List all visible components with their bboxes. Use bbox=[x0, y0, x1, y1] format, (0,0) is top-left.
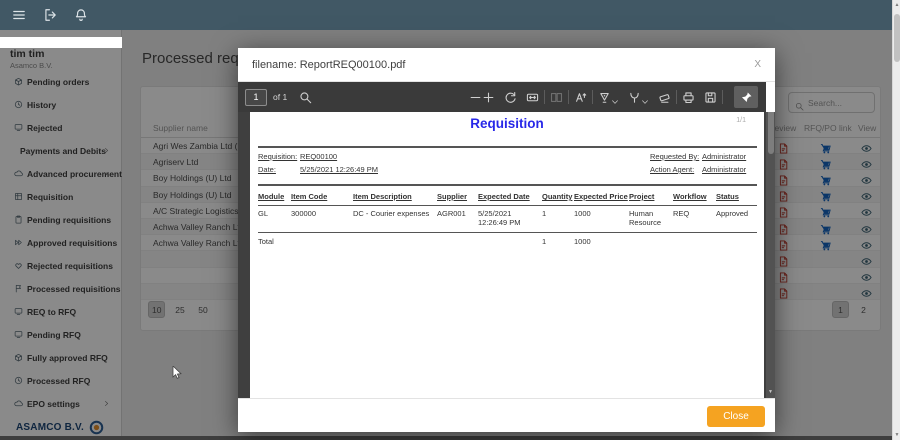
pdf-col-header: Item Code bbox=[291, 192, 353, 206]
pdf-toolbar: of 1 bbox=[238, 82, 766, 112]
rotate-icon[interactable] bbox=[504, 91, 517, 104]
pdf-total-price: 1000 bbox=[574, 233, 629, 246]
pdf-cell: 300000 bbox=[291, 206, 353, 233]
date-value: 5/25/2021 12:26:49 PM bbox=[300, 165, 378, 174]
pdf-cell: Approved bbox=[716, 206, 757, 233]
date-label: Date: bbox=[258, 165, 276, 174]
draw-icon[interactable] bbox=[628, 91, 641, 104]
scrollbar-thumb[interactable] bbox=[894, 14, 900, 62]
page-number-input[interactable] bbox=[245, 89, 267, 106]
pdf-col-header: Expected Price bbox=[574, 192, 629, 206]
print-icon[interactable] bbox=[682, 91, 695, 104]
find-icon[interactable] bbox=[299, 91, 312, 104]
action-agent-label: Action Agent: bbox=[650, 165, 694, 174]
pdf-scroll-down-icon[interactable]: ▼ bbox=[766, 389, 775, 395]
requested-by-label: Requested By: bbox=[650, 152, 699, 161]
eraser-icon[interactable] bbox=[658, 91, 671, 104]
pdf-cell: 1000 bbox=[574, 206, 629, 233]
toolbar-separator bbox=[722, 90, 723, 104]
modal-header: filename: ReportREQ00100.pdf X bbox=[238, 48, 775, 82]
scroll-down-icon[interactable]: ▼ bbox=[893, 432, 900, 438]
pdf-cell: GL bbox=[258, 206, 291, 233]
browser-scrollbar[interactable]: ▲ ▼ bbox=[892, 0, 900, 440]
modal-footer: Close bbox=[238, 398, 775, 432]
pdf-col-header: Supplier bbox=[437, 192, 478, 206]
toolbar-separator bbox=[568, 90, 569, 104]
requisition-label: Requisition: bbox=[258, 152, 297, 161]
bottom-edge-strip bbox=[0, 436, 892, 440]
pdf-col-header: Quantity bbox=[542, 192, 574, 206]
menu-icon[interactable] bbox=[12, 8, 26, 22]
pdf-col-header: Expected Date bbox=[478, 192, 542, 206]
action-agent-value: Administrator bbox=[702, 165, 746, 174]
close-button[interactable]: Close bbox=[707, 406, 765, 427]
pdf-total-quantity: 1 bbox=[542, 233, 574, 246]
toolbar-separator bbox=[676, 90, 677, 104]
zoom-out-icon[interactable] bbox=[469, 91, 482, 104]
two-page-icon[interactable] bbox=[550, 91, 563, 104]
pdf-cell: Human Resource bbox=[629, 206, 673, 233]
pdf-total-label: Total bbox=[258, 233, 542, 246]
pdf-col-header: Project bbox=[629, 192, 673, 206]
pdf-page: 1/1 Requisition Requisition: REQ00100 Da… bbox=[250, 112, 764, 398]
pdf-items-table: ModuleItem CodeItem DescriptionSupplierE… bbox=[258, 192, 757, 246]
pdf-cell: 1 bbox=[542, 206, 574, 233]
text-edit-icon[interactable] bbox=[574, 91, 587, 104]
pdf-cell: 5/25/2021 12:26:49 PM bbox=[478, 206, 542, 233]
pdf-col-header: Status bbox=[716, 192, 757, 206]
pdf-cell: AGR001 bbox=[437, 206, 478, 233]
toolbar-separator bbox=[592, 90, 593, 104]
modal-filename: filename: ReportREQ00100.pdf bbox=[252, 59, 405, 71]
mouse-cursor bbox=[172, 366, 184, 380]
pin-icon bbox=[740, 91, 753, 104]
page-count-label: of 1 bbox=[273, 92, 287, 102]
chevron-down-icon[interactable] bbox=[611, 93, 619, 101]
pdf-document-title: Requisition bbox=[250, 116, 764, 131]
pdf-col-header: Item Description bbox=[353, 192, 437, 206]
chevron-down-icon[interactable] bbox=[641, 93, 649, 101]
pdf-viewer: 1/1 Requisition Requisition: REQ00100 Da… bbox=[238, 112, 775, 398]
pdf-col-header: Workflow bbox=[673, 192, 716, 206]
pdf-scrollbar-thumb[interactable] bbox=[768, 112, 774, 154]
pdf-preview-modal: filename: ReportREQ00100.pdf X of 1 1/1 … bbox=[238, 48, 775, 432]
pdf-cell: REQ bbox=[673, 206, 716, 233]
save-icon[interactable] bbox=[704, 91, 717, 104]
toolbar-separator bbox=[544, 90, 545, 104]
logout-icon[interactable] bbox=[43, 8, 57, 22]
pdf-scrollbar[interactable]: ▲ ▼ bbox=[766, 112, 775, 398]
app-screen: tim tim Asamco B.V. Pending ordersHistor… bbox=[0, 0, 900, 440]
bell-icon[interactable] bbox=[74, 8, 88, 22]
scroll-up-icon[interactable]: ▲ bbox=[893, 2, 900, 8]
modal-close-icon[interactable]: X bbox=[750, 57, 765, 72]
requested-by-value: Administrator bbox=[702, 152, 746, 161]
sidebar-highlight-strip bbox=[0, 37, 122, 48]
highlight-icon[interactable] bbox=[598, 91, 611, 104]
top-bar bbox=[0, 0, 892, 30]
pdf-cell: DC - Courier expenses bbox=[353, 206, 437, 233]
pdf-col-header: Module bbox=[258, 192, 291, 206]
zoom-in-icon[interactable] bbox=[482, 91, 495, 104]
pin-toolbar-button[interactable] bbox=[734, 86, 758, 108]
requisition-value: REQ00100 bbox=[300, 152, 337, 161]
fit-width-icon[interactable] bbox=[526, 91, 539, 104]
